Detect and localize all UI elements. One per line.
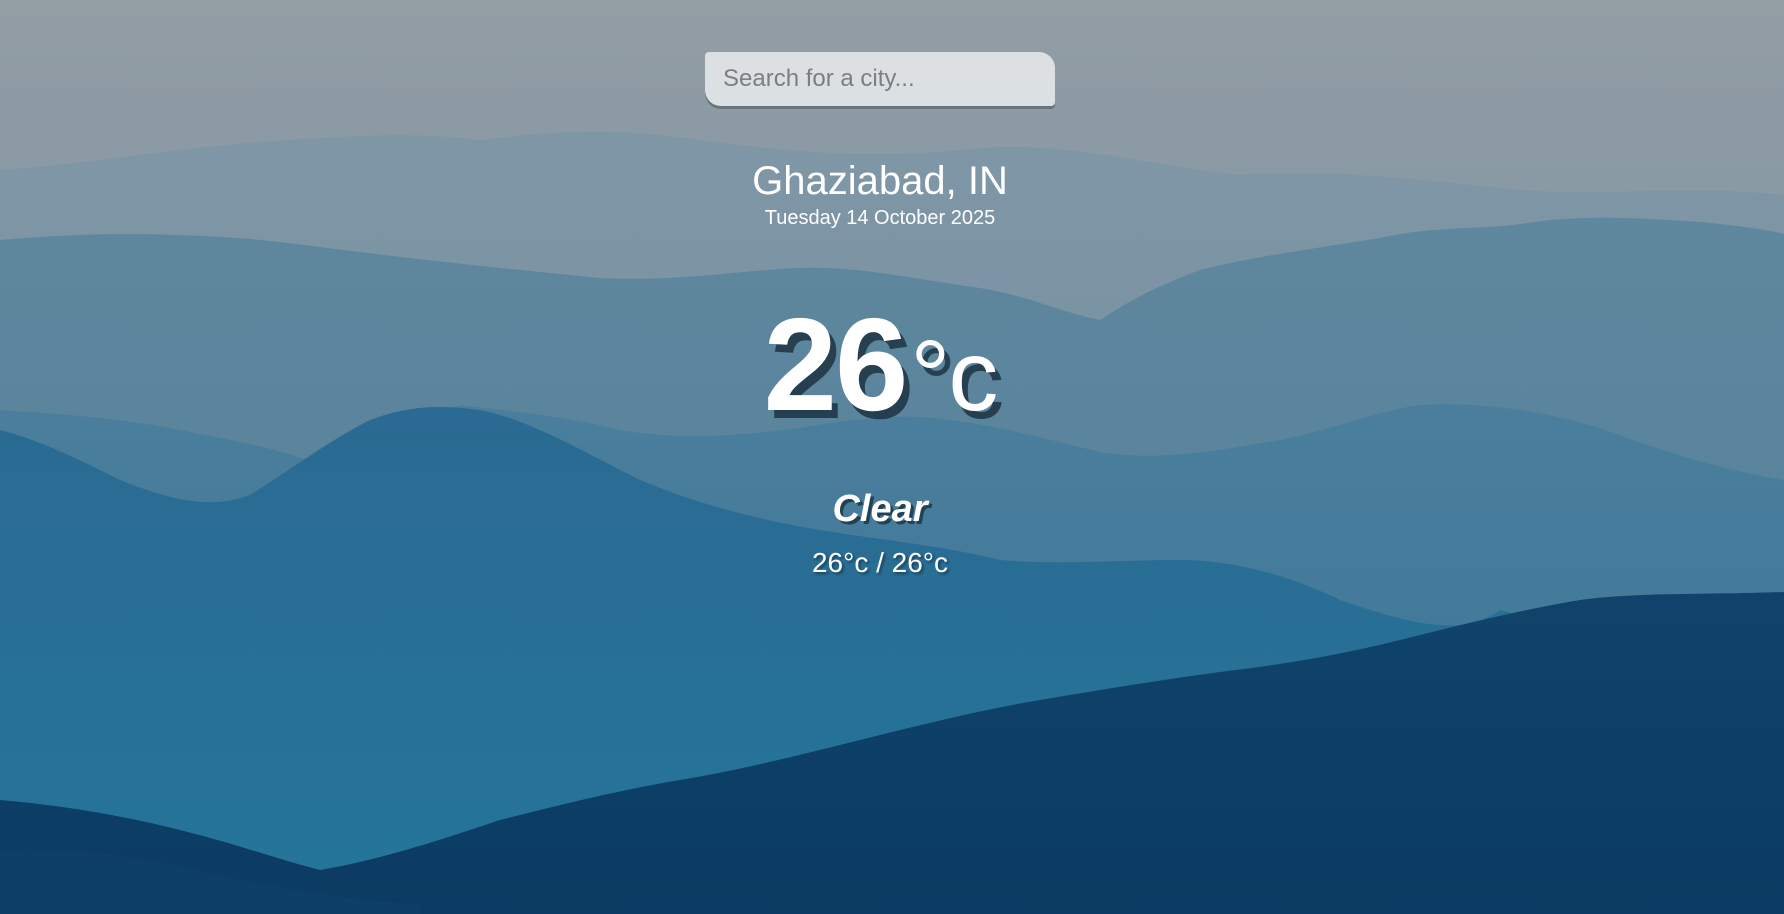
weather-condition: Clear — [832, 488, 928, 530]
temperature-display: 26°c — [763, 290, 999, 451]
temperature-unit: °c — [910, 320, 998, 432]
city-search-input[interactable] — [705, 52, 1055, 106]
weather-summary: Clear 26°c / 26°c — [0, 486, 1760, 580]
temperature-value: 26 — [763, 291, 909, 438]
search-box — [705, 52, 1055, 106]
location-section: Ghaziabad, IN Tuesday 14 October 2025 — [0, 157, 1760, 231]
city-name: Ghaziabad, IN — [752, 159, 1008, 203]
current-temperature-section: 26°c — [0, 290, 1760, 451]
weather-app: Ghaziabad, IN Tuesday 14 October 2025 26… — [0, 0, 1784, 914]
current-date: Tuesday 14 October 2025 — [764, 207, 996, 229]
high-low-temperature: 26°c / 26°c — [811, 547, 949, 578]
